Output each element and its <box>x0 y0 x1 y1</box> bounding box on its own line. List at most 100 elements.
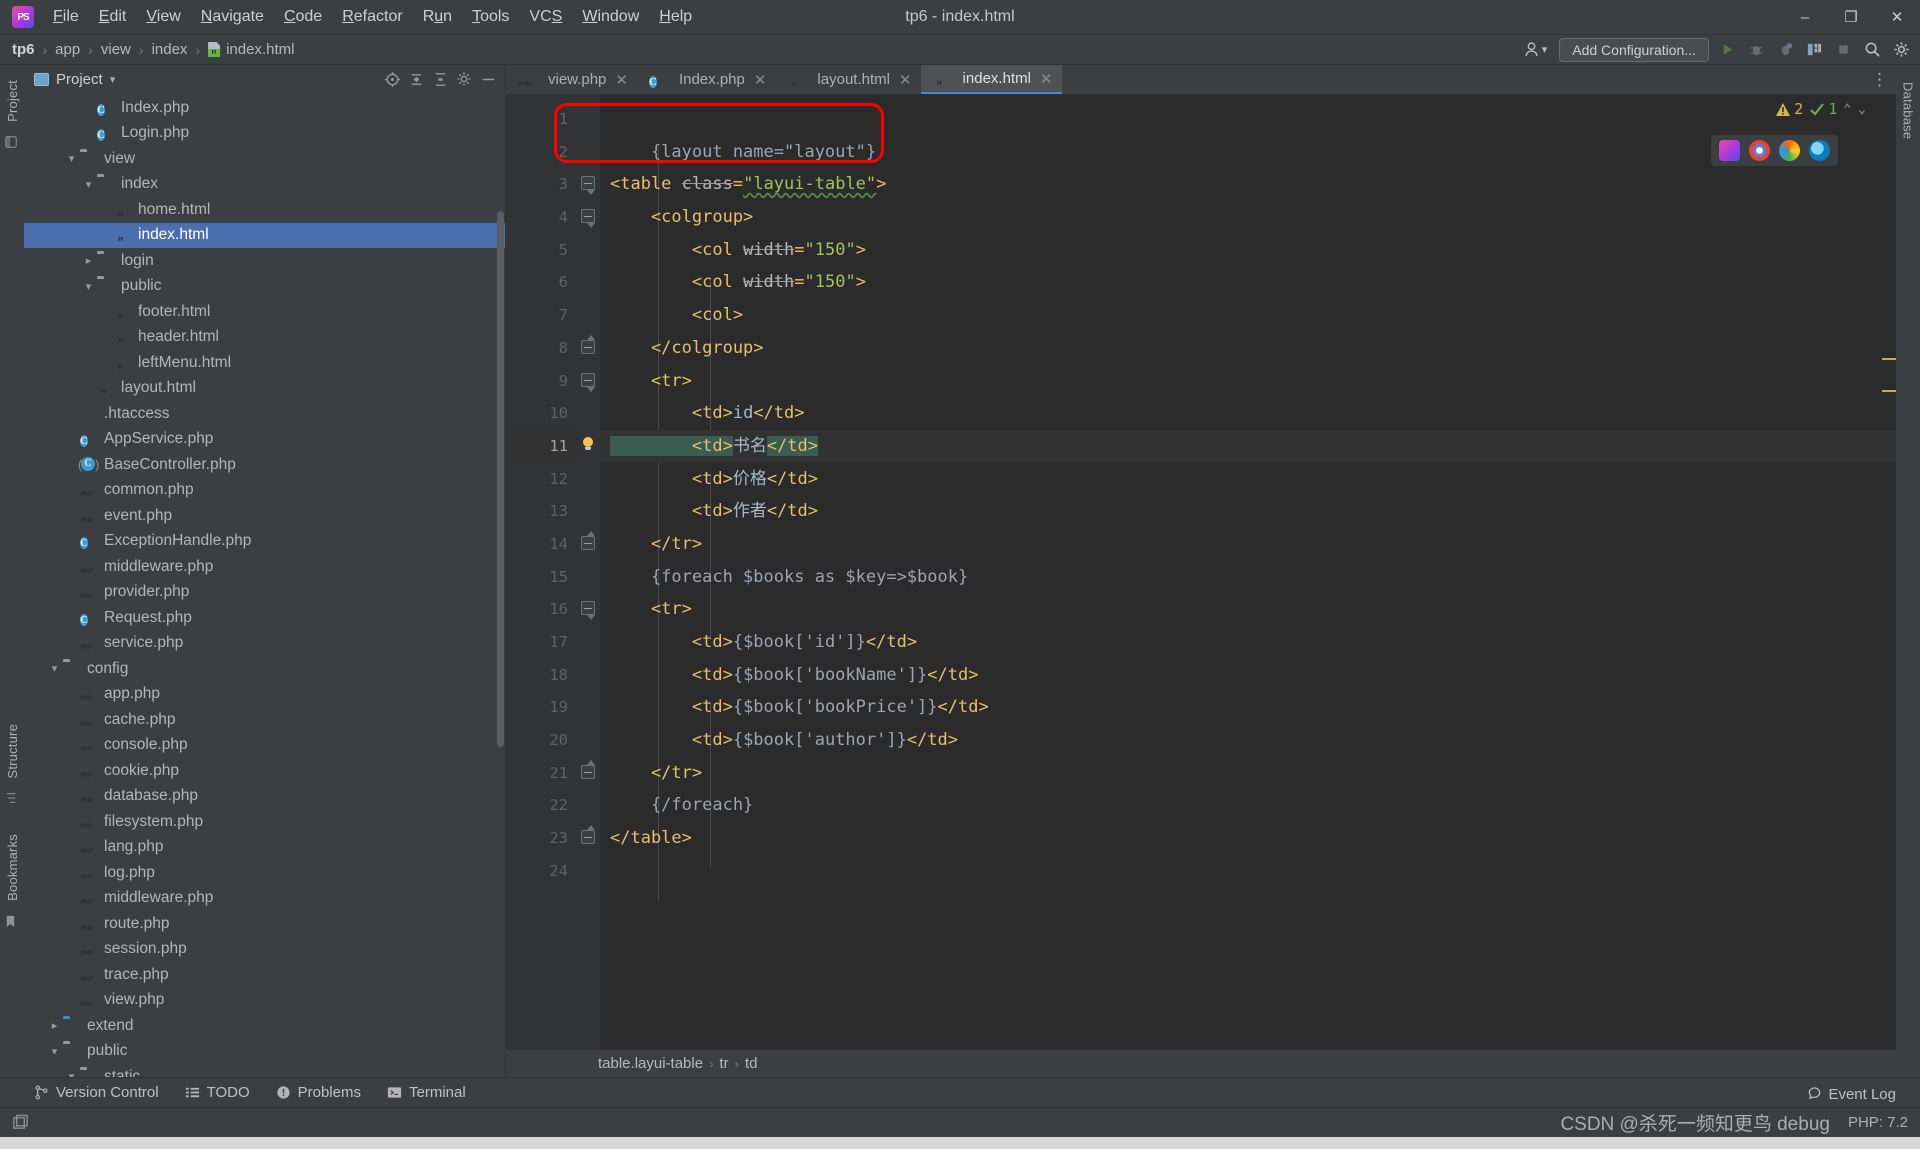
chevron-right-icon[interactable]: ▸ <box>47 1018 62 1033</box>
maximize-icon[interactable]: ❐ <box>1828 0 1874 35</box>
tool-window-todo[interactable]: TODO <box>185 1084 250 1101</box>
chrome-icon[interactable] <box>1749 140 1770 161</box>
tree-item[interactable]: PHPview.php <box>24 988 505 1014</box>
breadcrumb-item-index-html[interactable]: Hindex.html <box>204 39 298 60</box>
code-content[interactable]: {layout name="layout"}<table class="layu… <box>600 95 1896 1049</box>
chevron-down-icon[interactable]: ▾ <box>110 73 116 86</box>
code-line[interactable]: <td>书名</td> <box>600 430 1896 463</box>
menu-item-edit[interactable]: Edit <box>90 4 136 30</box>
code-line[interactable]: <col width="150"> <box>600 234 1896 267</box>
prev-problem-icon[interactable]: ⌃ <box>1843 102 1851 117</box>
event-log-button[interactable]: Event Log <box>1807 1086 1896 1103</box>
code-line[interactable]: <tr> <box>600 593 1896 626</box>
rail-item-database[interactable]: Database <box>1901 73 1916 148</box>
fold-toggle-icon[interactable] <box>581 536 595 550</box>
tree-item[interactable]: ▾index <box>24 172 505 198</box>
close-icon[interactable]: ✕ <box>1874 0 1920 35</box>
ok-count[interactable]: 1 <box>1809 100 1837 118</box>
php-version[interactable]: PHP: 7.2 <box>1848 1114 1908 1131</box>
chevron-down-icon[interactable]: ▾ <box>47 661 62 676</box>
lightbulb-icon[interactable] <box>581 437 595 452</box>
tree-item-selected[interactable]: Hindex.html <box>24 223 505 249</box>
tree-item[interactable]: ▾config <box>24 656 505 682</box>
tree-item[interactable]: PHPsession.php <box>24 937 505 963</box>
tree-item[interactable]: PHPservice.php <box>24 631 505 657</box>
tool-window-version-control[interactable]: Version Control <box>34 1084 159 1101</box>
menu-item-window[interactable]: Window <box>573 4 648 30</box>
menu-item-help[interactable]: Help <box>650 4 701 30</box>
code-line[interactable]: {/foreach} <box>600 789 1896 822</box>
tree-item[interactable]: Hlayout.html <box>24 376 505 402</box>
tool-window-problems[interactable]: Problems <box>276 1084 361 1101</box>
chevron-down-icon[interactable]: ▾ <box>81 177 96 192</box>
menu-item-code[interactable]: Code <box>275 4 331 30</box>
tree-item[interactable]: ▸login <box>24 248 505 274</box>
fold-toggle-icon[interactable] <box>581 176 595 190</box>
menu-item-file[interactable]: File <box>44 4 88 30</box>
tree-item[interactable]: ▾public <box>24 274 505 300</box>
code-line[interactable]: {layout name="layout"} <box>600 136 1896 169</box>
gear-icon[interactable] <box>1890 39 1912 61</box>
code-line[interactable]: <td>{$book['author']}</td> <box>600 724 1896 757</box>
locate-icon[interactable] <box>381 68 403 90</box>
code-line[interactable]: </tr> <box>600 757 1896 790</box>
warning-count[interactable]: 2 <box>1775 100 1803 118</box>
menu-item-vcs[interactable]: VCS <box>520 4 571 30</box>
fold-toggle-icon[interactable] <box>581 209 595 223</box>
tree-item[interactable]: (C)BaseController.php <box>24 452 505 478</box>
minimize-icon[interactable]: – <box>1782 0 1828 35</box>
tree-item[interactable]: PHPdatabase.php <box>24 784 505 810</box>
rail-item-structure[interactable]: Structure <box>5 715 20 788</box>
project-file-tree[interactable]: CIndex.phpCLogin.php▾view▾indexHhome.htm… <box>24 93 505 1077</box>
chevron-down-icon[interactable]: ▾ <box>81 279 96 294</box>
search-icon[interactable] <box>1861 39 1883 61</box>
tree-item[interactable]: PHPlog.php <box>24 860 505 886</box>
tree-item[interactable]: PHPlang.php <box>24 835 505 861</box>
rail-item-bookmarks[interactable]: Bookmarks <box>5 825 20 910</box>
breadcrumb-item-tp6[interactable]: tp6 <box>8 39 39 60</box>
tree-item[interactable]: CLogin.php <box>24 121 505 147</box>
menu-item-refactor[interactable]: Refactor <box>333 4 411 30</box>
tree-item[interactable]: PHProute.php <box>24 911 505 937</box>
next-problem-icon[interactable]: ⌄ <box>1858 102 1866 117</box>
debug-attach-icon[interactable] <box>1774 39 1796 61</box>
phpstorm-preview-icon[interactable] <box>1719 140 1740 161</box>
tree-item[interactable]: ▸extend <box>24 1013 505 1039</box>
code-line[interactable]: <col> <box>600 299 1896 332</box>
tree-item[interactable]: CAppService.php <box>24 427 505 453</box>
tree-item[interactable]: PHPtrace.php <box>24 962 505 988</box>
breadcrumb-item-index[interactable]: index <box>148 39 192 60</box>
chevron-right-icon[interactable]: ▸ <box>81 253 96 268</box>
run-icon[interactable] <box>1716 39 1738 61</box>
expand-all-icon[interactable] <box>429 68 451 90</box>
tree-item[interactable]: PHPmiddleware.php <box>24 886 505 912</box>
code-line[interactable]: <td>{$book['bookName']}</td> <box>600 659 1896 692</box>
menu-item-run[interactable]: Run <box>414 4 461 30</box>
add-configuration-button[interactable]: Add Configuration... <box>1559 38 1709 62</box>
code-line[interactable]: <td>{$book['bookPrice']}</td> <box>600 691 1896 724</box>
tree-item[interactable]: PHPprovider.php <box>24 580 505 606</box>
tree-item[interactable]: ▾public <box>24 1039 505 1065</box>
tree-item[interactable]: PHPfilesystem.php <box>24 809 505 835</box>
code-line[interactable]: </table> <box>600 822 1896 855</box>
code-line[interactable]: <col width="150"> <box>600 266 1896 299</box>
tree-item[interactable]: CIndex.php <box>24 95 505 121</box>
editor-breadcrumb-item[interactable]: td <box>745 1055 758 1072</box>
code-line[interactable] <box>600 855 1896 888</box>
chevron-down-icon[interactable]: ▾ <box>64 1069 79 1077</box>
tree-scrollbar[interactable] <box>497 211 504 747</box>
rail-item-project[interactable]: Project <box>5 71 20 131</box>
code-line[interactable] <box>600 103 1896 136</box>
hide-panel-icon[interactable] <box>477 68 499 90</box>
tree-item[interactable]: CRequest.php <box>24 605 505 631</box>
debug-icon[interactable] <box>1745 39 1767 61</box>
breadcrumb-item-view[interactable]: view <box>97 39 135 60</box>
browser-preview-toolbar[interactable] <box>1711 135 1838 166</box>
close-icon[interactable]: ✕ <box>754 71 767 89</box>
tree-item[interactable]: Hhome.html <box>24 197 505 223</box>
kebab-menu-icon[interactable]: ⋮ <box>1871 71 1888 88</box>
tree-item[interactable]: ▾static <box>24 1064 505 1077</box>
code-line[interactable]: <td>{$book['id']}</td> <box>600 626 1896 659</box>
chevron-down-icon[interactable]: ▾ <box>47 1044 62 1059</box>
code-line[interactable]: <td>作者</td> <box>600 495 1896 528</box>
